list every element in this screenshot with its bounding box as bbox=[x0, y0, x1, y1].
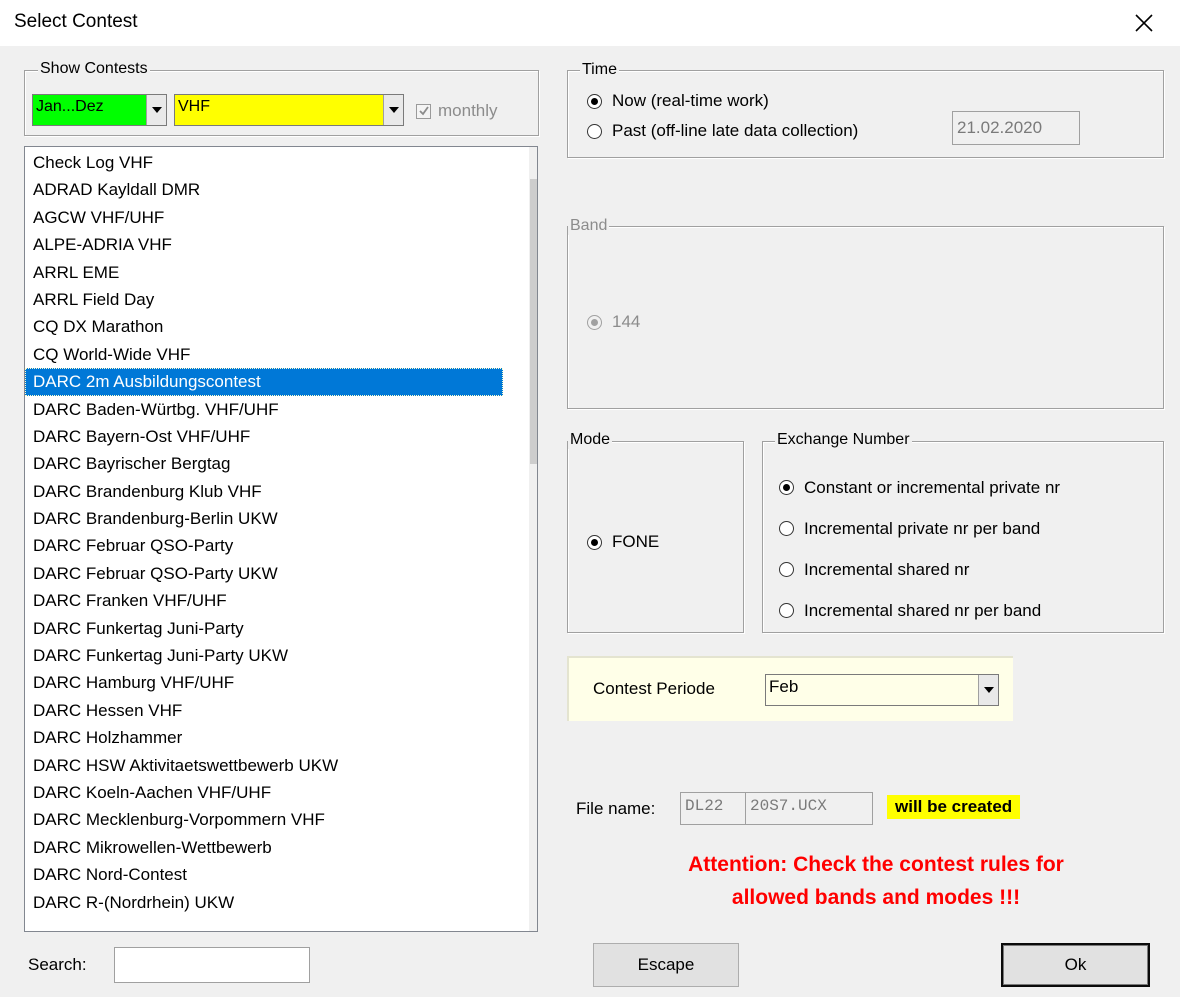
radio-checked-icon bbox=[587, 314, 602, 330]
exchange-label: Exchange Number bbox=[775, 431, 912, 449]
contest-list-item[interactable]: DARC Mikrowellen-Wettbewerb bbox=[25, 834, 503, 861]
time-past-radio[interactable]: Past (off-line late data collection) bbox=[587, 121, 858, 141]
contest-list-item[interactable]: ARRL Field Day bbox=[25, 286, 503, 313]
exchange-label-2: Incremental shared nr bbox=[804, 559, 970, 579]
monthly-checkbox[interactable]: monthly bbox=[416, 101, 498, 121]
contest-period-value: Feb bbox=[766, 675, 978, 705]
exchange-options: Constant or incremental private nr Incre… bbox=[779, 467, 1159, 631]
contest-list-item[interactable]: Check Log VHF bbox=[25, 149, 503, 176]
band-144-radio: 144 bbox=[587, 312, 640, 332]
month-range-value: Jan...Dez bbox=[33, 95, 146, 125]
contest-list-item[interactable]: ADRAD Kayldall DMR bbox=[25, 176, 503, 203]
radio-checked-icon bbox=[587, 534, 602, 550]
radio-checked-icon bbox=[779, 480, 794, 495]
contest-list-item[interactable]: DARC Holzhammer bbox=[25, 724, 503, 751]
mode-label: Mode bbox=[568, 431, 613, 449]
mode-fone-radio[interactable]: FONE bbox=[587, 532, 659, 552]
exchange-label-0: Constant or incremental private nr bbox=[804, 477, 1061, 497]
exchange-radio-1[interactable]: Incremental private nr per band bbox=[779, 508, 1159, 549]
attention-line-2: allowed bands and modes !!! bbox=[731, 886, 1021, 909]
contest-list-item[interactable]: DARC Brandenburg Klub VHF bbox=[25, 478, 503, 505]
chevron-down-icon[interactable] bbox=[978, 675, 998, 705]
month-range-select[interactable]: Jan...Dez bbox=[32, 94, 167, 126]
show-contests-label: Show Contests bbox=[38, 60, 150, 78]
contest-list-item[interactable]: DARC Februar QSO-Party bbox=[25, 532, 503, 559]
escape-button[interactable]: Escape bbox=[593, 943, 739, 987]
contest-list-item[interactable]: DARC Mecklenburg-Vorpommern VHF bbox=[25, 806, 503, 833]
contest-list-item[interactable]: DARC Funkertag Juni-Party UKW bbox=[25, 642, 503, 669]
title-bar bbox=[0, 0, 1180, 46]
contest-list-item[interactable]: DARC Hamburg VHF/UHF bbox=[25, 669, 503, 696]
contest-list-item[interactable]: DARC Bayern-Ost VHF/UHF bbox=[25, 423, 503, 450]
file-status-badge: will be created bbox=[887, 795, 1021, 819]
contest-period-select[interactable]: Feb bbox=[765, 674, 999, 706]
exchange-radio-2[interactable]: Incremental shared nr bbox=[779, 549, 1159, 590]
exchange-label-3: Incremental shared nr per band bbox=[804, 600, 1042, 620]
file-name-label: File name: bbox=[576, 799, 656, 818]
contest-list-item[interactable]: DARC Hessen VHF bbox=[25, 697, 503, 724]
contest-list-item[interactable]: DARC Februar QSO-Party UKW bbox=[25, 560, 503, 587]
contest-list-item[interactable]: DARC Baden-Würtbg. VHF/UHF bbox=[25, 396, 503, 423]
exchange-radio-0[interactable]: Constant or incremental private nr bbox=[779, 467, 1159, 508]
band-144-label: 144 bbox=[612, 312, 641, 331]
search-input[interactable] bbox=[114, 947, 310, 983]
scroll-down-button[interactable] bbox=[529, 901, 537, 931]
radio-unchecked-icon bbox=[587, 123, 602, 139]
contest-list-item[interactable]: CQ World-Wide VHF bbox=[25, 341, 503, 368]
radio-checked-icon bbox=[587, 93, 602, 109]
contest-list-item[interactable]: DARC Franken VHF/UHF bbox=[25, 587, 503, 614]
contest-list-item[interactable]: AGCW VHF/UHF bbox=[25, 204, 503, 231]
band-group bbox=[567, 226, 1164, 409]
category-select[interactable]: VHF bbox=[174, 94, 404, 126]
band-label: Band bbox=[568, 217, 610, 235]
attention-line-1: Attention: Check the contest rules for bbox=[688, 853, 1064, 876]
scroll-up-button[interactable] bbox=[529, 147, 537, 177]
monthly-label: monthly bbox=[438, 101, 498, 120]
past-date-field bbox=[952, 111, 1080, 145]
ok-button[interactable]: Ok bbox=[1001, 943, 1150, 987]
chevron-down-icon[interactable] bbox=[383, 95, 403, 125]
time-label: Time bbox=[580, 61, 619, 79]
file-name-prefix: DL22 bbox=[680, 792, 746, 825]
contest-list-item[interactable]: DARC HSW Aktivitaetswettbewerb UKW bbox=[25, 752, 503, 779]
category-value: VHF bbox=[175, 95, 383, 125]
contest-list[interactable]: Check Log VHF ADRAD Kayldall DMR AGCW VHF/… bbox=[24, 146, 538, 932]
time-now-radio[interactable]: Now (real-time work) bbox=[587, 91, 769, 111]
checkbox-check-icon[interactable] bbox=[416, 103, 431, 119]
radio-unchecked-icon bbox=[779, 521, 794, 536]
contest-list-item[interactable]: DARC Bayrischer Bergtag bbox=[25, 450, 503, 477]
close-icon bbox=[1135, 14, 1153, 32]
time-past-label: Past (off-line late data collection) bbox=[612, 121, 859, 140]
contest-list-item[interactable]: DARC Koeln-Aachen VHF/UHF bbox=[25, 779, 503, 806]
list-scrollbar[interactable] bbox=[529, 147, 537, 931]
window-title: Select Contest bbox=[14, 11, 138, 32]
contest-list-item[interactable]: CQ DX Marathon bbox=[25, 313, 503, 340]
scroll-thumb[interactable] bbox=[530, 179, 537, 464]
contest-list-item[interactable]: DARC 2m Ausbildungscontest bbox=[25, 368, 503, 396]
contest-list-item[interactable]: DARC Brandenburg-Berlin UKW bbox=[25, 505, 503, 532]
radio-unchecked-icon bbox=[779, 562, 794, 577]
contest-period-label: Contest Periode bbox=[593, 679, 715, 698]
mode-fone-label: FONE bbox=[612, 532, 660, 551]
contest-list-item[interactable]: DARC R-(Nordrhein) UKW bbox=[25, 889, 503, 916]
time-now-label: Now (real-time work) bbox=[612, 91, 769, 110]
contest-list-item[interactable]: DARC Nord-Contest bbox=[25, 861, 503, 888]
contest-list-item[interactable]: ARRL EME bbox=[25, 259, 503, 286]
contest-list-item[interactable]: ALPE-ADRIA VHF bbox=[25, 231, 503, 258]
contest-list-item[interactable]: DARC Funkertag Juni-Party bbox=[25, 615, 503, 642]
exchange-radio-3[interactable]: Incremental shared nr per band bbox=[779, 590, 1159, 631]
radio-unchecked-icon bbox=[779, 603, 794, 618]
chevron-down-icon[interactable] bbox=[146, 95, 166, 125]
exchange-label-1: Incremental private nr per band bbox=[804, 518, 1041, 538]
search-label: Search: bbox=[28, 955, 87, 974]
file-name-value: 20S7.UCX bbox=[745, 792, 873, 825]
contest-list-items: Check Log VHF ADRAD Kayldall DMR AGCW VHF/… bbox=[25, 147, 503, 916]
close-button[interactable] bbox=[1120, 3, 1168, 43]
